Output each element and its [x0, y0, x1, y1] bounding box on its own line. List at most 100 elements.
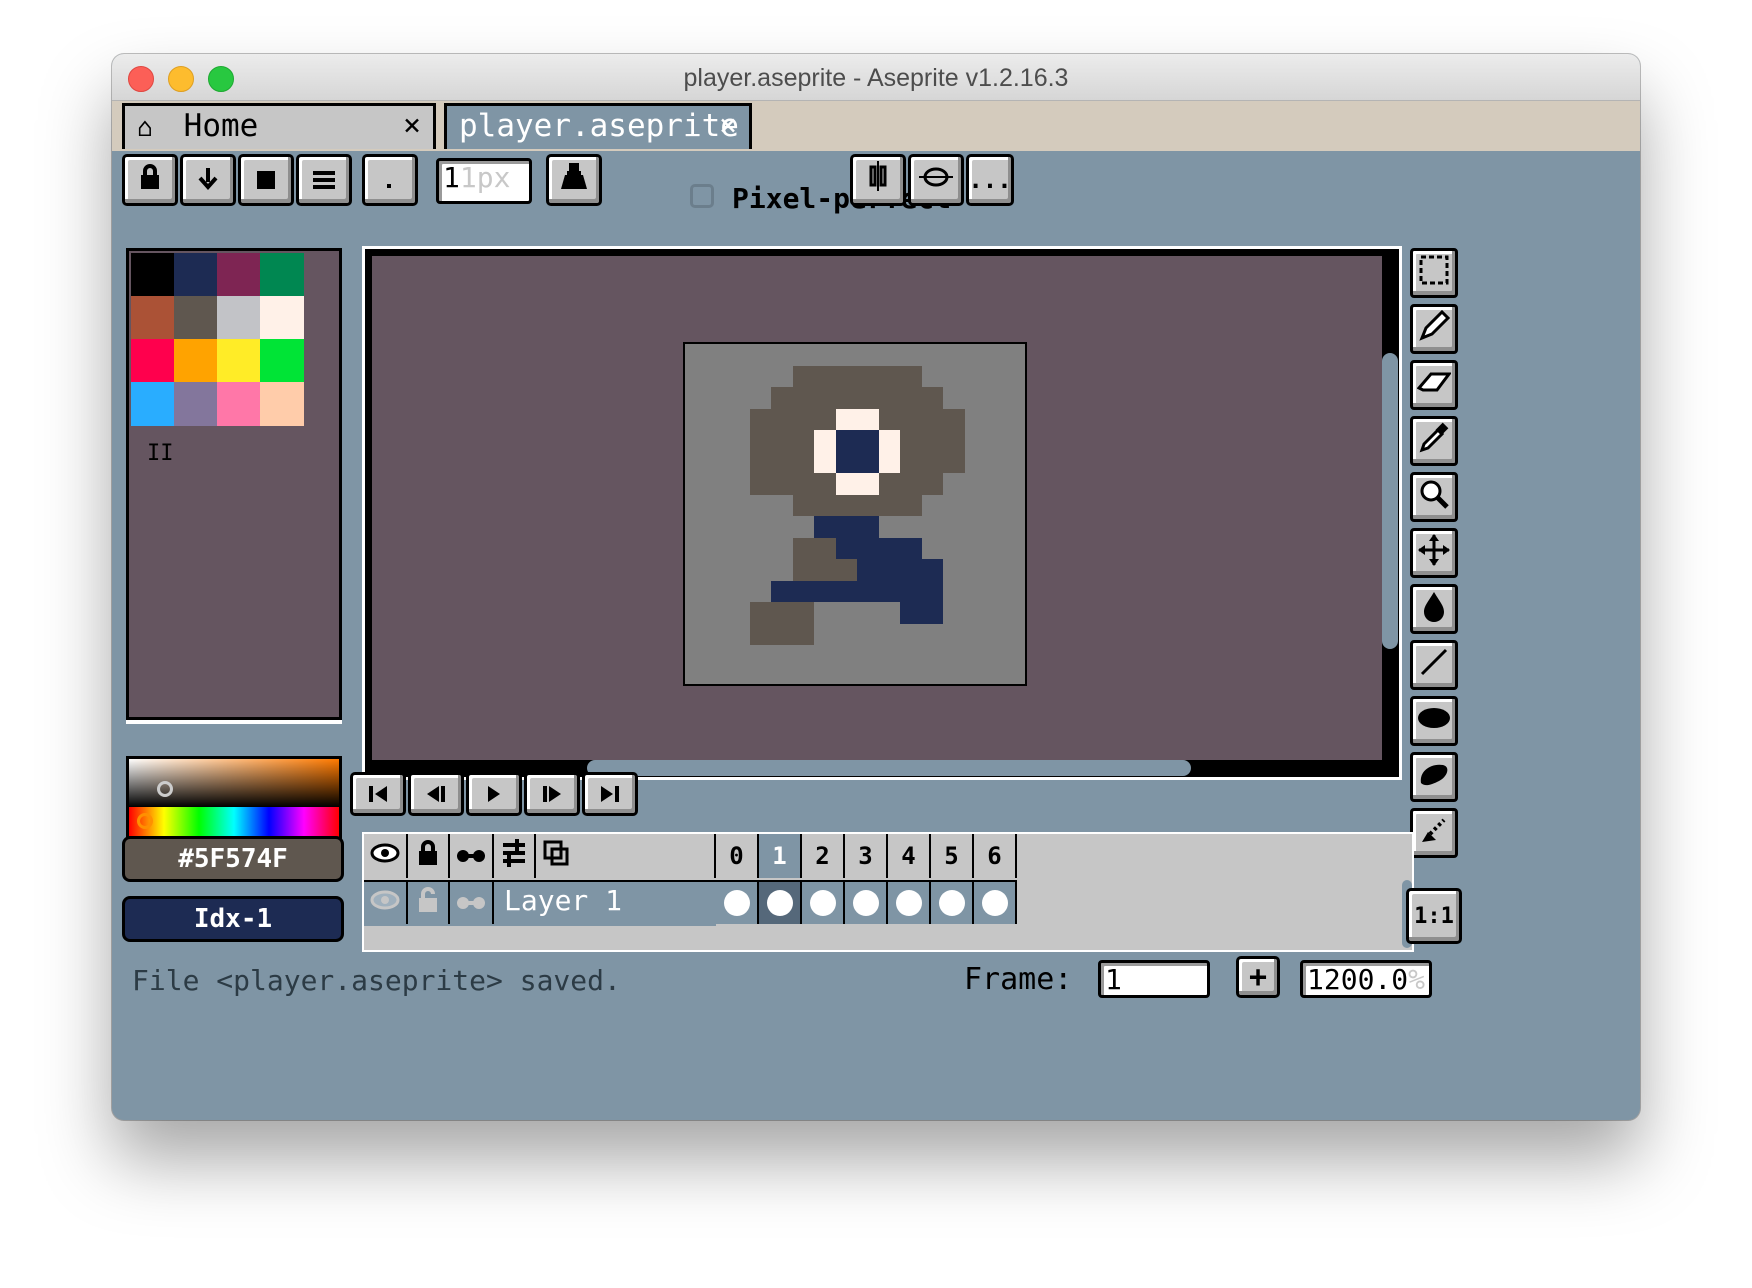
frame-cel[interactable]: [974, 880, 1017, 924]
eyedropper-tool[interactable]: [1410, 416, 1458, 466]
previous-frame-button[interactable]: [408, 772, 464, 816]
palette-swatch[interactable]: [174, 382, 218, 426]
frame-cel[interactable]: [716, 880, 759, 924]
brush-type-button[interactable]: [180, 154, 236, 206]
zoom-unit: %: [1408, 963, 1426, 996]
paint-bucket-tool[interactable]: [1410, 584, 1458, 634]
palette-swatch[interactable]: [174, 253, 218, 297]
next-frame-button[interactable]: [524, 772, 580, 816]
vertical-scrollbar[interactable]: [1382, 353, 1398, 649]
blur-tool[interactable]: [1410, 808, 1458, 858]
tab-player-aseprite[interactable]: player.aseprite ×: [444, 103, 752, 149]
timeline-visibility-header[interactable]: [364, 834, 408, 878]
palette-swatch[interactable]: [174, 296, 218, 340]
horizontal-scrollbar[interactable]: [587, 760, 1191, 776]
frame-header-2[interactable]: 2: [802, 834, 845, 878]
palette-swatch[interactable]: [217, 382, 261, 426]
add-frame-button[interactable]: +: [1236, 956, 1280, 998]
brush-shape-square-button[interactable]: [238, 154, 294, 206]
zoom-field[interactable]: 1200.0%: [1300, 960, 1432, 998]
brush-size-field[interactable]: 11px: [436, 158, 532, 204]
palette-swatch[interactable]: [260, 339, 304, 383]
frame-header-6[interactable]: 6: [974, 834, 1017, 878]
symmetry-vertical-icon: [863, 161, 893, 199]
frame-header-5[interactable]: 5: [931, 834, 974, 878]
ink-type-button[interactable]: [546, 154, 602, 206]
play-button[interactable]: [466, 772, 522, 816]
canvas-area[interactable]: [372, 256, 1382, 760]
frame-cel[interactable]: [931, 880, 974, 924]
sprite-pixel: [835, 537, 922, 559]
zoom-reset-button[interactable]: 1:1: [1406, 888, 1462, 944]
tab-home-close-icon[interactable]: ×: [403, 106, 421, 146]
sprite-editor[interactable]: [362, 246, 1402, 780]
sprite-pixel: [792, 365, 922, 387]
pencil-icon: [1418, 309, 1451, 349]
eraser-tool[interactable]: [1410, 360, 1458, 410]
palette-swatch[interactable]: [131, 253, 175, 297]
sprite-pixel: [771, 387, 943, 409]
rectangular-marquee-tool[interactable]: [1410, 248, 1458, 298]
layer-name[interactable]: Layer 1: [504, 884, 622, 917]
pencil-tool[interactable]: [1410, 304, 1458, 354]
timeline-onion-skin-header[interactable]: [536, 834, 576, 878]
symmetry-vertical-button[interactable]: [850, 154, 906, 206]
palette-swatch[interactable]: [260, 253, 304, 297]
frame-cel[interactable]: [759, 880, 802, 924]
layer-visibility-toggle[interactable]: [364, 882, 408, 924]
palette-swatch[interactable]: [260, 296, 304, 340]
frame-cel[interactable]: [845, 880, 888, 924]
first-frame-button[interactable]: [350, 772, 406, 816]
palette-swatch[interactable]: [217, 253, 261, 297]
frame-cel[interactable]: [888, 880, 931, 924]
brush-preview-button[interactable]: [362, 154, 418, 206]
foreground-color-button[interactable]: #5F574F: [122, 836, 344, 882]
palette-swatch[interactable]: [174, 339, 218, 383]
frame-number-field[interactable]: 1: [1098, 960, 1210, 998]
last-frame-button[interactable]: [582, 772, 638, 816]
palette-swatch[interactable]: [131, 296, 175, 340]
brush-options-button[interactable]: [296, 154, 352, 206]
line-tool[interactable]: [1410, 640, 1458, 690]
palette-swatch[interactable]: [217, 339, 261, 383]
layer-row[interactable]: Layer 1: [364, 880, 1412, 926]
timeline-lock-header[interactable]: [408, 834, 450, 878]
add-frame-label: +: [1248, 959, 1268, 995]
frame-number-value: 1: [1105, 963, 1122, 996]
background-color-button[interactable]: Idx-1: [122, 896, 344, 942]
sprite-pixel: [835, 473, 879, 495]
tab-file-close-icon[interactable]: ×: [719, 106, 737, 146]
move-tool[interactable]: [1410, 528, 1458, 578]
ellipse-tool[interactable]: [1410, 696, 1458, 746]
symmetry-horizontal-button[interactable]: [908, 154, 964, 206]
palette-swatch[interactable]: [131, 339, 175, 383]
contour-tool[interactable]: [1410, 752, 1458, 802]
hue-cursor[interactable]: [137, 813, 153, 829]
frame-header-1[interactable]: 1: [759, 834, 802, 878]
more-options-button[interactable]: ...: [966, 154, 1014, 206]
palette-swatch[interactable]: [217, 296, 261, 340]
palette-swatch[interactable]: [260, 382, 304, 426]
lock-alpha-button[interactable]: [122, 154, 178, 206]
frame-cel[interactable]: [802, 880, 845, 924]
hue-slider[interactable]: [129, 807, 339, 837]
layer-continuous-toggle[interactable]: [450, 882, 494, 924]
frame-header-4[interactable]: 4: [888, 834, 931, 878]
sprite-pixel: [835, 430, 879, 473]
sprite-canvas[interactable]: [683, 342, 1027, 686]
sv-cursor[interactable]: [157, 781, 173, 797]
title-bar: player.aseprite - Aseprite v1.2.16.3: [112, 54, 1640, 101]
tab-home[interactable]: ⌂ Home ×: [122, 103, 436, 149]
palette-resize-handle[interactable]: II: [147, 441, 174, 466]
pixel-perfect-checkbox[interactable]: [690, 184, 714, 208]
ink-bottle-icon: [559, 161, 589, 199]
frame-header-0[interactable]: 0: [716, 834, 759, 878]
timeline-gear-header[interactable]: [494, 834, 536, 878]
layers-settings-icon: [501, 839, 527, 873]
layer-lock-toggle[interactable]: [408, 882, 450, 924]
zoom-tool[interactable]: [1410, 472, 1458, 522]
lock-icon: [138, 163, 162, 198]
palette-swatch[interactable]: [131, 382, 175, 426]
frame-header-3[interactable]: 3: [845, 834, 888, 878]
timeline-continuous-header[interactable]: [450, 834, 494, 878]
